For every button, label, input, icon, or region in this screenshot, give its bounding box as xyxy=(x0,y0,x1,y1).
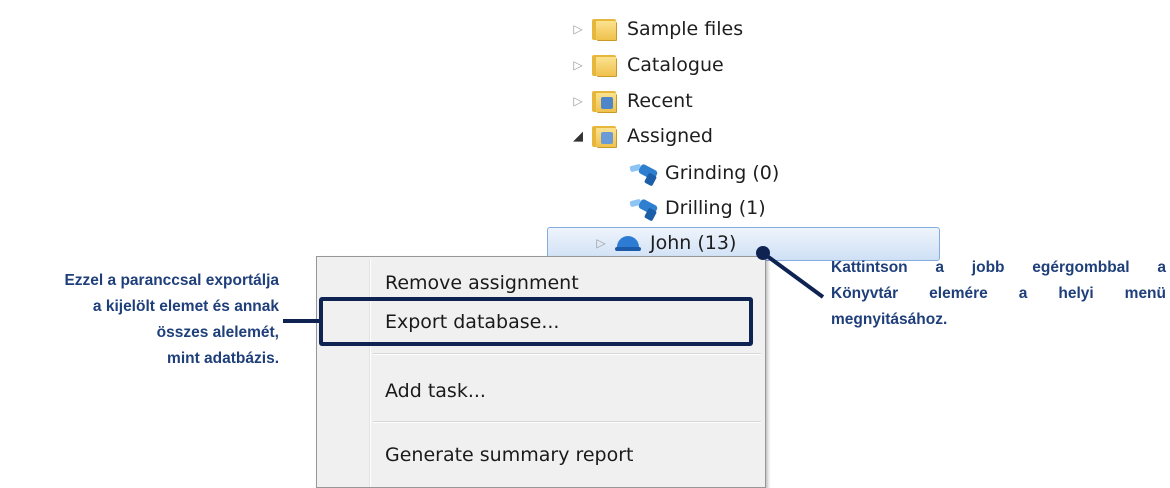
expand-arrow-icon[interactable]: ▷ xyxy=(567,94,589,108)
menu-item-label: Remove assignment xyxy=(385,272,579,294)
expand-arrow-icon[interactable]: ▷ xyxy=(590,236,612,250)
tree-item-label: Drilling (1) xyxy=(665,197,766,219)
tree-item-label: Grinding (0) xyxy=(665,162,780,184)
drilling-tool-icon xyxy=(627,194,659,222)
annotation-line: összes alelemét, xyxy=(156,324,279,341)
collapse-arrow-icon[interactable]: ◢ xyxy=(567,129,589,144)
folder-icon xyxy=(589,51,621,79)
tree-item-recent[interactable]: ▷ Recent xyxy=(567,84,693,118)
tree-item-label: Sample files xyxy=(627,18,744,40)
annotation-right-click: Kattintson a jobb egérgombbal a Könyvtár… xyxy=(831,255,1166,333)
menu-item-generate-summary-report[interactable]: Generate summary report xyxy=(385,435,634,475)
annotation-line: a kijelölt elemet és annak xyxy=(92,298,279,315)
annotation-line: mint adatbázis. xyxy=(167,350,279,367)
annotation-line: Ezzel a paranccsal exportálja xyxy=(64,272,279,289)
tree-item-sample-files[interactable]: ▷ Sample files xyxy=(567,12,743,46)
annotation-line: Könyvtár elemére a helyi menü xyxy=(831,285,1166,302)
tree-item-label: Catalogue xyxy=(627,54,724,76)
annotation-line: Kattintson a jobb egérgombbal a xyxy=(831,259,1166,276)
tree-item-john[interactable]: ▷ John (13) xyxy=(590,226,736,260)
menu-item-label: Generate summary report xyxy=(385,444,634,466)
tree-item-grinding[interactable]: Grinding (0) xyxy=(627,156,779,190)
assigned-folder-icon xyxy=(589,122,621,150)
menu-item-label: Add task... xyxy=(385,380,486,402)
expand-arrow-icon[interactable]: ▷ xyxy=(567,58,589,72)
tree-item-label: John (13) xyxy=(650,232,737,254)
menu-icon-gutter xyxy=(369,259,371,487)
tree-item-catalogue[interactable]: ▷ Catalogue xyxy=(567,48,724,82)
context-menu: Remove assignment Export database... Add… xyxy=(316,256,766,488)
export-highlight-frame xyxy=(319,297,753,346)
annotation-line: megnyitásához. xyxy=(831,311,948,328)
tree-item-assigned[interactable]: ◢ Assigned xyxy=(567,119,713,153)
menu-separator xyxy=(373,421,761,423)
tree-item-drilling[interactable]: Drilling (1) xyxy=(627,191,766,225)
expand-arrow-icon[interactable]: ▷ xyxy=(567,22,589,36)
menu-item-add-task[interactable]: Add task... xyxy=(385,371,486,411)
worker-helmet-icon xyxy=(612,229,644,257)
folder-icon xyxy=(589,15,621,43)
tree-item-label: Recent xyxy=(627,90,693,112)
menu-separator xyxy=(373,353,761,355)
recent-folder-icon xyxy=(589,87,621,115)
annotation-export: Ezzel a paranccsal exportálja a kijelölt… xyxy=(0,268,279,372)
tree-item-label: Assigned xyxy=(627,125,713,147)
grinding-tool-icon xyxy=(627,159,659,187)
